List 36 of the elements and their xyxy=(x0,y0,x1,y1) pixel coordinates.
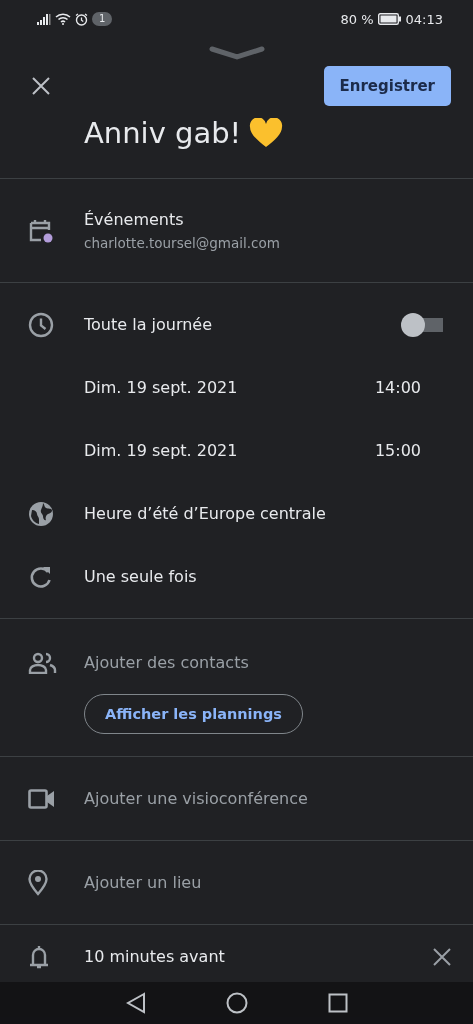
clock-icon xyxy=(28,311,54,338)
option-field[interactable]: Ajouter un lieu xyxy=(84,873,445,892)
remove-icon[interactable] xyxy=(433,947,451,966)
alarm-icon xyxy=(75,12,88,26)
wifi-icon xyxy=(55,13,71,25)
bell-icon xyxy=(28,943,50,970)
back-icon[interactable] xyxy=(125,992,146,1014)
battery-icon xyxy=(377,13,402,25)
event-title[interactable]: Anniv gab! xyxy=(84,116,242,150)
notification-count: 1 xyxy=(92,12,113,26)
clock: 04:13 xyxy=(405,11,443,27)
close-icon[interactable] xyxy=(32,77,50,95)
date-field[interactable]: Dim. 19 sept. 2021 xyxy=(84,441,375,460)
reminder-label[interactable]: 10 minutes avant xyxy=(84,947,433,966)
time-field[interactable]: 15:00 xyxy=(374,441,421,460)
option-field[interactable]: Ajouter une visioconférence xyxy=(84,789,445,808)
recents-icon[interactable] xyxy=(327,993,348,1013)
calendar-name[interactable]: Événements xyxy=(84,210,280,229)
all-day-label: Toute la journée xyxy=(84,315,214,334)
collapse-handle-icon[interactable] xyxy=(208,46,265,60)
signal-icon xyxy=(37,13,51,25)
home-icon[interactable] xyxy=(225,992,248,1014)
add-guests-field[interactable]: Ajouter des contacts xyxy=(84,653,445,672)
timezone-label[interactable]: Heure d’été d’Europe centrale xyxy=(84,504,445,523)
globe-icon xyxy=(28,500,54,527)
time-field[interactable]: 14:00 xyxy=(374,378,421,397)
date-field[interactable]: Dim. 19 sept. 2021 xyxy=(84,378,375,397)
battery-percent: 80 % xyxy=(340,11,374,27)
calendar-icon xyxy=(28,217,54,244)
account-email: charlotte.toursel@gmail.com xyxy=(84,235,280,251)
recurrence-label[interactable]: Une seule fois xyxy=(84,567,445,586)
location-pin-icon xyxy=(28,869,48,896)
video-camera-icon xyxy=(28,787,56,810)
heart-icon xyxy=(249,118,284,148)
save-button[interactable]: Enregistrer xyxy=(323,66,451,106)
people-icon xyxy=(28,651,58,674)
